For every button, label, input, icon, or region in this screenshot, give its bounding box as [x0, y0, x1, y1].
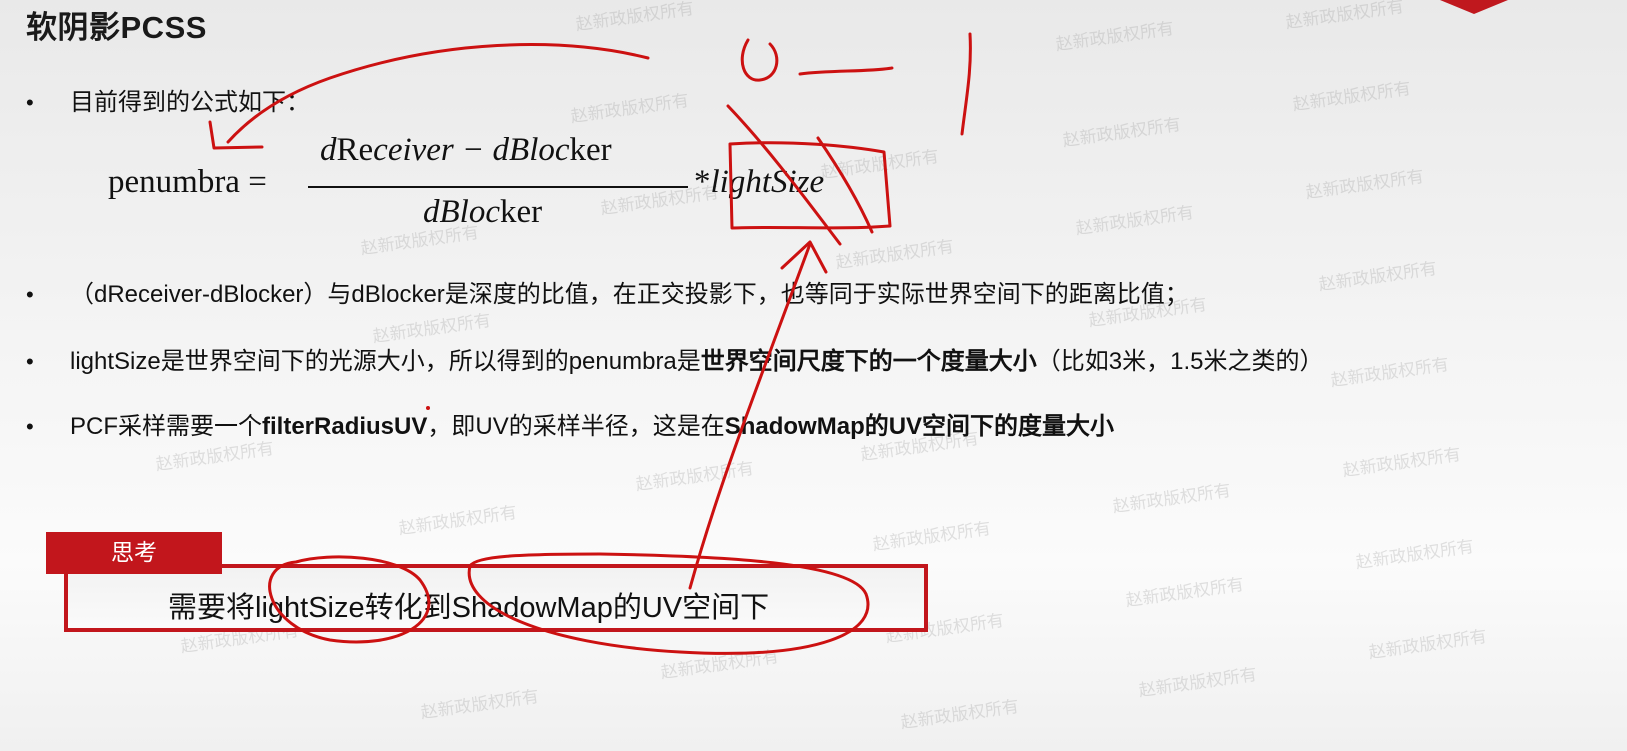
curved-arrow-annotation [226, 43, 650, 144]
ellipse-shadowmap-annotation [467, 552, 870, 655]
cross-out-annotation [726, 104, 874, 246]
ink-dot [426, 406, 430, 410]
ellipse-lightsize-annotation [268, 555, 431, 644]
lightsize-box-annotation [728, 141, 892, 230]
handwritten-annotations [208, 32, 972, 655]
handwritten-zero-one [740, 32, 972, 136]
long-arrow-annotation [688, 242, 812, 590]
